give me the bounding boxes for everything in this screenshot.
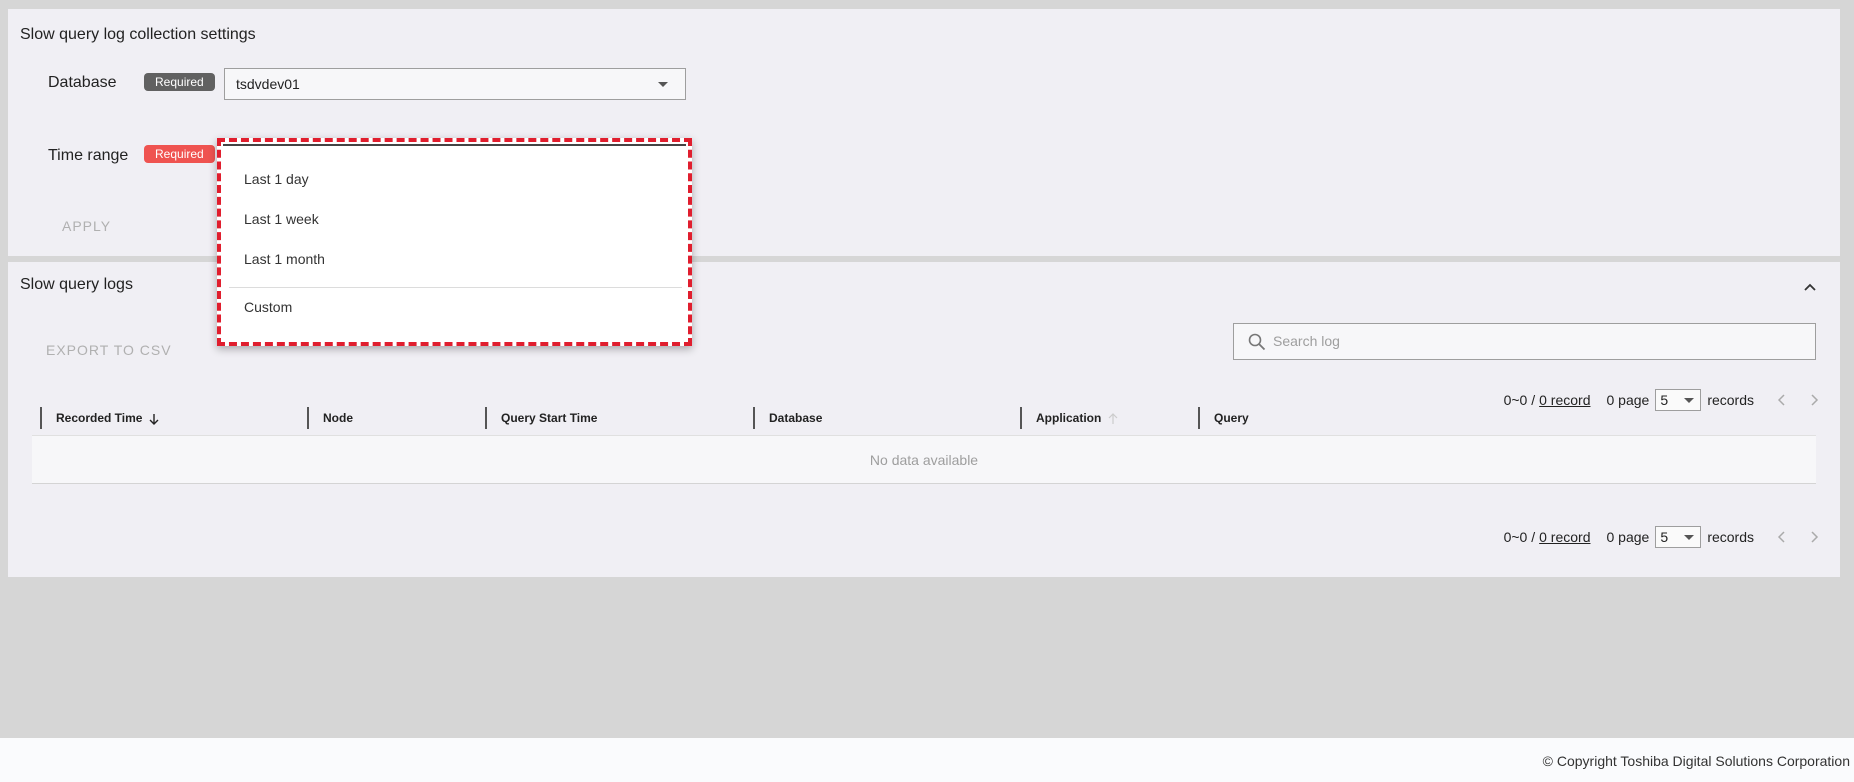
search-icon	[1248, 333, 1266, 351]
dropdown-divider	[229, 287, 682, 288]
column-query[interactable]: Query	[1198, 400, 1249, 436]
next-page-icon[interactable]	[1808, 531, 1820, 543]
time-range-label: Time range	[48, 147, 129, 164]
column-label: Node	[323, 411, 353, 425]
column-separator	[753, 407, 755, 429]
option-last-1-week[interactable]: Last 1 week	[244, 211, 319, 227]
option-custom[interactable]: Custom	[244, 299, 292, 315]
page-size-select[interactable]: 5	[1655, 526, 1702, 548]
column-label: Database	[769, 411, 823, 425]
search-placeholder: Search log	[1273, 333, 1340, 349]
apply-button[interactable]: APPLY	[62, 218, 111, 234]
chevron-down-icon	[1684, 535, 1695, 540]
option-last-1-month[interactable]: Last 1 month	[244, 251, 325, 267]
pager-range: 0~0 /	[1503, 529, 1536, 545]
column-application[interactable]: Application	[1020, 400, 1119, 436]
logs-title: Slow query logs	[20, 276, 133, 293]
column-recorded-time[interactable]: Recorded Time	[40, 400, 160, 436]
copyright-text: © Copyright Toshiba Digital Solutions Co…	[1542, 753, 1850, 769]
settings-title: Slow query log collection settings	[20, 26, 256, 43]
page-count: 0 page	[1606, 529, 1650, 545]
prev-page-icon[interactable]	[1776, 531, 1788, 543]
column-separator	[1020, 407, 1022, 429]
record-count-link[interactable]: 0 record	[1539, 529, 1590, 545]
table-header: Recorded Time Node Query Start Time Data…	[32, 400, 1816, 436]
search-input[interactable]: Search log	[1233, 323, 1816, 360]
column-query-start-time[interactable]: Query Start Time	[485, 400, 597, 436]
database-required-badge: Required	[144, 73, 215, 91]
column-label: Query Start Time	[501, 411, 598, 425]
chevron-down-icon	[658, 82, 668, 87]
database-select[interactable]: tsdvdev01	[224, 68, 686, 100]
column-separator	[485, 407, 487, 429]
time-range-required-badge: Required	[144, 145, 215, 163]
column-separator	[1198, 407, 1200, 429]
database-label: Database	[48, 74, 117, 91]
sort-descending-icon[interactable]	[148, 413, 160, 425]
export-csv-button[interactable]: EXPORT TO CSV	[46, 342, 172, 358]
column-separator	[40, 407, 42, 429]
footer: © Copyright Toshiba Digital Solutions Co…	[0, 738, 1854, 782]
slow-query-table: Recorded Time Node Query Start Time Data…	[32, 400, 1816, 484]
sort-ascending-icon[interactable]	[1107, 412, 1119, 425]
column-separator	[307, 407, 309, 429]
column-label: Query	[1214, 411, 1249, 425]
records-label: records	[1707, 529, 1754, 545]
column-database[interactable]: Database	[753, 400, 822, 436]
option-last-1-day[interactable]: Last 1 day	[244, 171, 309, 187]
column-label: Recorded Time	[56, 411, 143, 425]
column-node[interactable]: Node	[307, 400, 353, 436]
column-label: Application	[1036, 411, 1102, 425]
time-range-dropdown-menu: Last 1 day Last 1 week Last 1 month Cust…	[217, 138, 692, 346]
page-size-value: 5	[1660, 529, 1669, 545]
database-select-value: tsdvdev01	[236, 76, 300, 92]
pagination-bottom: 0~0 / 0 record 0 page 5 records	[1504, 525, 1820, 549]
dropdown-top-edge	[223, 144, 686, 146]
empty-table-message: No data available	[32, 436, 1816, 484]
chevron-up-icon[interactable]	[1804, 281, 1816, 293]
